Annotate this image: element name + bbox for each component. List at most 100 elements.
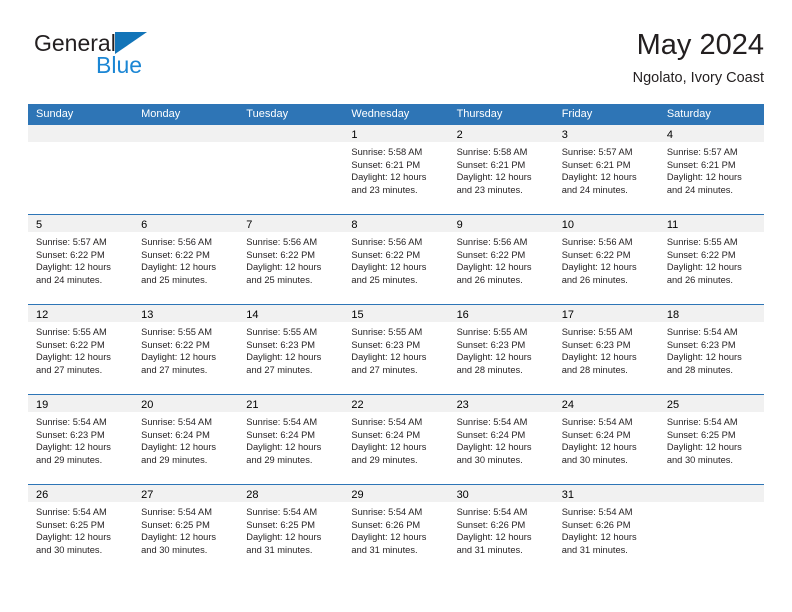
day-cell-23[interactable]: 23 Sunrise: 5:54 AM Sunset: 6:24 PM Dayligh… xyxy=(448,395,554,484)
day-detail-line: Sunrise: 5:54 AM xyxy=(456,507,528,517)
day-number: 26 xyxy=(36,489,49,501)
day-cell-13[interactable]: 13 Sunrise: 5:55 AM Sunset: 6:22 PM Dayligh… xyxy=(133,305,239,394)
day-number-band: 8 xyxy=(343,215,449,232)
day-number: 16 xyxy=(456,309,469,321)
day-cell-12[interactable]: 12 Sunrise: 5:55 AM Sunset: 6:22 PM Dayligh… xyxy=(28,305,134,394)
day-number: 22 xyxy=(351,399,364,411)
day-detail-line: Sunrise: 5:55 AM xyxy=(141,327,212,337)
day-cell-29[interactable]: 29 Sunrise: 5:54 AM Sunset: 6:26 PM Dayligh… xyxy=(343,485,449,574)
day-number-band: 18 xyxy=(658,305,764,322)
day-number-band: 28 xyxy=(238,485,344,502)
day-detail-line: Daylight: 12 hours xyxy=(456,172,532,183)
day-detail-line: and 28 minutes. xyxy=(456,364,523,375)
general-blue-logo[interactable]: General Blue xyxy=(34,30,254,78)
day-cell-20[interactable]: 20 Sunrise: 5:54 AM Sunset: 6:24 PM Dayligh… xyxy=(133,395,239,484)
day-cell-details: Sunrise: 5:56 AM Sunset: 6:22 PM Daylight:… xyxy=(133,232,238,286)
day-detail-line: Daylight: 12 hours xyxy=(141,262,217,273)
day-detail-line: Sunrise: 5:54 AM xyxy=(561,507,633,517)
day-cell-1[interactable]: 1 Sunrise: 5:58 AM Sunset: 6:21 PM Daylight… xyxy=(343,125,449,214)
day-number: 1 xyxy=(351,129,358,141)
day-cell-details xyxy=(238,142,343,146)
day-detail-line: and 24 minutes. xyxy=(666,184,733,195)
day-cell-5[interactable]: 5 Sunrise: 5:57 AM Sunset: 6:22 PM Daylight… xyxy=(28,215,134,304)
day-cell-16[interactable]: 16 Sunrise: 5:55 AM Sunset: 6:23 PM Dayligh… xyxy=(448,305,554,394)
day-number-band: 16 xyxy=(448,305,554,322)
day-cell-22[interactable]: 22 Sunrise: 5:54 AM Sunset: 6:24 PM Dayligh… xyxy=(343,395,449,484)
day-number: 28 xyxy=(246,489,259,501)
day-detail-line: Daylight: 12 hours xyxy=(246,262,322,273)
day-cell-27[interactable]: 27 Sunrise: 5:54 AM Sunset: 6:25 PM Dayligh… xyxy=(133,485,239,574)
day-detail-line: Sunrise: 5:54 AM xyxy=(36,507,107,517)
day-detail-line: Sunset: 6:24 PM xyxy=(456,429,526,440)
day-cell-15[interactable]: 15 Sunrise: 5:55 AM Sunset: 6:23 PM Dayligh… xyxy=(343,305,449,394)
day-number: 30 xyxy=(456,489,469,501)
day-cell-empty xyxy=(28,125,134,214)
day-cell-17[interactable]: 17 Sunrise: 5:55 AM Sunset: 6:23 PM Dayligh… xyxy=(553,305,659,394)
day-detail-line: and 25 minutes. xyxy=(351,274,418,285)
day-cell-26[interactable]: 26 Sunrise: 5:54 AM Sunset: 6:25 PM Dayligh… xyxy=(28,485,134,574)
day-cell-11[interactable]: 11 Sunrise: 5:55 AM Sunset: 6:22 PM Dayligh… xyxy=(658,215,764,304)
day-detail-line: Sunset: 6:21 PM xyxy=(561,159,631,170)
day-detail-line: Daylight: 12 hours xyxy=(351,262,427,273)
day-cell-10[interactable]: 10 Sunrise: 5:56 AM Sunset: 6:22 PM Dayligh… xyxy=(553,215,659,304)
day-cell-2[interactable]: 2 Sunrise: 5:58 AM Sunset: 6:21 PM Daylight… xyxy=(448,125,554,214)
day-detail-line: Daylight: 12 hours xyxy=(141,442,217,453)
day-detail-line: and 26 minutes. xyxy=(666,274,733,285)
day-detail-line: Sunrise: 5:57 AM xyxy=(36,237,107,247)
day-detail-line: Sunset: 6:23 PM xyxy=(666,339,736,350)
day-cell-details: Sunrise: 5:54 AM Sunset: 6:24 PM Daylight:… xyxy=(343,412,448,466)
day-cell-6[interactable]: 6 Sunrise: 5:56 AM Sunset: 6:22 PM Daylight… xyxy=(133,215,239,304)
day-number: 27 xyxy=(141,489,154,501)
day-cell-28[interactable]: 28 Sunrise: 5:54 AM Sunset: 6:25 PM Dayligh… xyxy=(238,485,344,574)
day-detail-line: and 24 minutes. xyxy=(36,274,103,285)
day-number: 17 xyxy=(561,309,574,321)
day-cell-details: Sunrise: 5:54 AM Sunset: 6:24 PM Daylight:… xyxy=(238,412,343,466)
day-cell-31[interactable]: 31 Sunrise: 5:54 AM Sunset: 6:26 PM Dayligh… xyxy=(553,485,659,574)
day-detail-line: Sunset: 6:21 PM xyxy=(456,159,526,170)
day-cell-7[interactable]: 7 Sunrise: 5:56 AM Sunset: 6:22 PM Daylight… xyxy=(238,215,344,304)
day-number: 25 xyxy=(666,399,680,411)
day-detail-line: Daylight: 12 hours xyxy=(666,172,742,183)
day-cell-9[interactable]: 9 Sunrise: 5:56 AM Sunset: 6:22 PM Daylight… xyxy=(448,215,554,304)
weekday-header-row: Sunday Monday Tuesday Wednesday Thursday Frid… xyxy=(28,104,764,125)
day-cell-21[interactable]: 21 Sunrise: 5:54 AM Sunset: 6:24 PM Dayligh… xyxy=(238,395,344,484)
day-detail-line: and 29 minutes. xyxy=(351,454,418,465)
day-cell-empty xyxy=(238,125,344,214)
day-detail-line: Sunrise: 5:54 AM xyxy=(666,417,738,427)
day-cell-details: Sunrise: 5:55 AM Sunset: 6:22 PM Daylight:… xyxy=(659,232,764,286)
weekday-header-friday: Friday xyxy=(561,108,593,120)
day-cell-details: Sunrise: 5:56 AM Sunset: 6:22 PM Daylight:… xyxy=(238,232,343,286)
day-detail-line: Sunset: 6:22 PM xyxy=(36,249,105,260)
day-detail-line: Daylight: 12 hours xyxy=(351,442,427,453)
day-cell-14[interactable]: 14 Sunrise: 5:55 AM Sunset: 6:23 PM Dayligh… xyxy=(238,305,344,394)
day-detail-line: Sunset: 6:24 PM xyxy=(351,429,421,440)
day-cell-19[interactable]: 19 Sunrise: 5:54 AM Sunset: 6:23 PM Dayligh… xyxy=(28,395,134,484)
day-number-band: 10 xyxy=(553,215,659,232)
day-detail-line: Daylight: 12 hours xyxy=(36,532,111,543)
day-number: 9 xyxy=(456,219,463,231)
day-cell-3[interactable]: 3 Sunrise: 5:57 AM Sunset: 6:21 PM Daylight… xyxy=(553,125,659,214)
day-cell-24[interactable]: 24 Sunrise: 5:54 AM Sunset: 6:24 PM Dayligh… xyxy=(553,395,659,484)
day-detail-line: and 28 minutes. xyxy=(666,364,733,375)
calendar-grid: Sunday Monday Tuesday Wednesday Thursday Frid… xyxy=(28,104,764,574)
day-number-band: 6 xyxy=(133,215,239,232)
day-number: 20 xyxy=(141,399,154,411)
page-subtitle: Ngolato, Ivory Coast xyxy=(632,70,764,86)
day-cell-18[interactable]: 18 Sunrise: 5:54 AM Sunset: 6:23 PM Dayligh… xyxy=(658,305,764,394)
day-number-band: 22 xyxy=(343,395,449,412)
day-detail-line: Daylight: 12 hours xyxy=(351,532,427,543)
day-detail-line: Daylight: 12 hours xyxy=(141,532,217,543)
day-cell-25[interactable]: 25 Sunrise: 5:54 AM Sunset: 6:25 PM Dayligh… xyxy=(658,395,764,484)
day-detail-line: Sunset: 6:25 PM xyxy=(36,519,105,530)
page-title: May 2024 xyxy=(636,29,764,61)
day-detail-line: Sunrise: 5:54 AM xyxy=(456,417,528,427)
day-cell-details xyxy=(28,142,133,146)
day-detail-line: Daylight: 12 hours xyxy=(456,532,532,543)
day-cell-details: Sunrise: 5:56 AM Sunset: 6:22 PM Daylight:… xyxy=(343,232,448,286)
day-cell-30[interactable]: 30 Sunrise: 5:54 AM Sunset: 6:26 PM Dayligh… xyxy=(448,485,554,574)
day-cell-4[interactable]: 4 Sunrise: 5:57 AM Sunset: 6:21 PM Daylight… xyxy=(658,125,764,214)
day-cell-details: Sunrise: 5:54 AM Sunset: 6:26 PM Daylight:… xyxy=(449,502,554,556)
day-detail-line: Daylight: 12 hours xyxy=(561,532,637,543)
day-number-band xyxy=(28,125,134,142)
day-cell-8[interactable]: 8 Sunrise: 5:56 AM Sunset: 6:22 PM Daylight… xyxy=(343,215,449,304)
